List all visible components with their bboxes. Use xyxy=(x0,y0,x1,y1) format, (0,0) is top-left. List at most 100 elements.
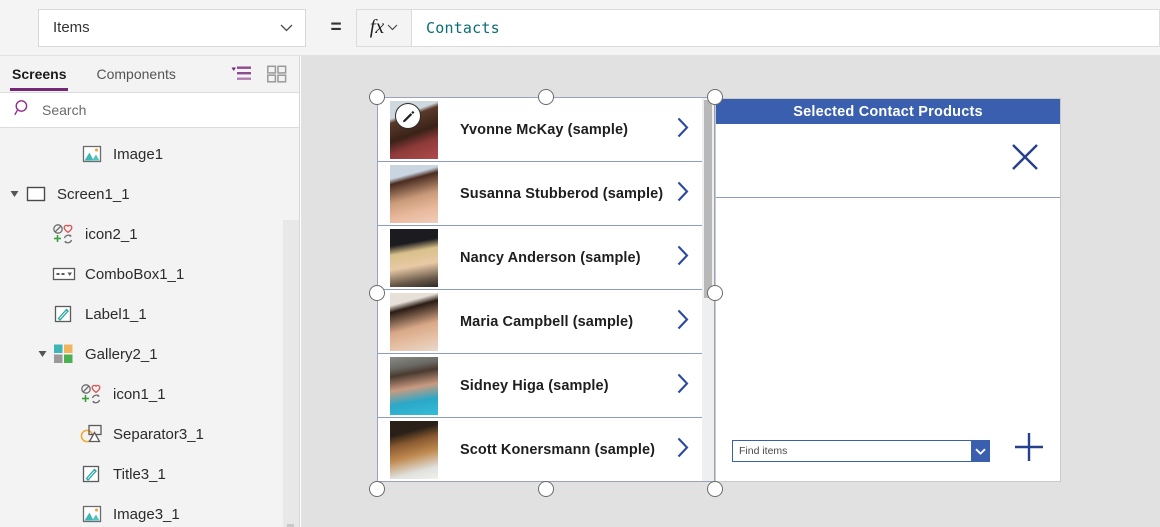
tree-item-icon2_1[interactable]: icon2_1 xyxy=(0,214,299,254)
gallery-item[interactable]: Nancy Anderson (sample) xyxy=(378,226,714,290)
panel-body: Find items xyxy=(716,198,1060,481)
equals-sign: = xyxy=(330,16,342,38)
tree-item-label1_1[interactable]: Label1_1 xyxy=(0,294,299,334)
panel-title: Selected Contact Products xyxy=(716,99,1060,124)
tab-components-label: Components xyxy=(96,66,176,82)
gallery-scrollbar-thumb[interactable] xyxy=(704,100,712,298)
gallery-item[interactable]: Susanna Stubberod (sample) xyxy=(378,162,714,226)
chevron-right-icon[interactable] xyxy=(676,244,690,271)
tree-item-image3_1[interactable]: Image3_1 xyxy=(0,494,299,527)
tab-screens-label: Screens xyxy=(12,66,67,82)
contact-avatar xyxy=(390,228,438,287)
tab-screens[interactable]: Screens xyxy=(10,56,69,92)
search-placeholder: Search xyxy=(42,102,87,118)
gallery-item[interactable]: Maria Campbell (sample) xyxy=(378,290,714,354)
tree-item-screen1_1[interactable]: Screen1_1 xyxy=(0,174,299,214)
tree-twisty-none xyxy=(64,427,78,441)
label-icon xyxy=(80,463,104,485)
tree-item-icon1_1[interactable]: icon1_1 xyxy=(0,374,299,414)
chevron-right-icon[interactable] xyxy=(676,437,690,464)
search-icon xyxy=(14,99,32,122)
tree-item-image1[interactable]: Image1 xyxy=(0,134,299,174)
chevron-down-icon xyxy=(280,24,293,32)
resize-handle-top-left[interactable] xyxy=(369,89,385,105)
sidebar: Screens Components Search Image1 Screen1… xyxy=(0,56,300,527)
resize-handle-bottom-right[interactable] xyxy=(707,481,723,497)
tree-twisty-none xyxy=(36,307,50,321)
tree-twisty-none xyxy=(36,267,50,281)
tree-item-label: icon1_1 xyxy=(113,385,166,403)
tree-item-label: Gallery2_1 xyxy=(85,345,158,363)
gallery-selection-wrapper: Yvonne McKay (sample) Susanna Stubberod (… xyxy=(369,89,723,497)
sidebar-scrollbar-track[interactable] xyxy=(283,220,299,527)
formula-input[interactable]: Contacts xyxy=(412,8,1160,47)
separator-icon xyxy=(80,423,104,445)
resize-handle-middle-left[interactable] xyxy=(369,285,385,301)
resize-handle-middle-right[interactable] xyxy=(707,285,723,301)
contact-avatar xyxy=(390,292,438,351)
property-dropdown[interactable]: Items xyxy=(38,8,306,47)
icon-shapes-icon xyxy=(52,223,76,245)
property-dropdown-value: Items xyxy=(53,19,90,36)
contact-name: Sidney Higa (sample) xyxy=(460,377,609,394)
contacts-gallery[interactable]: Yvonne McKay (sample) Susanna Stubberod (… xyxy=(377,97,715,482)
chevron-right-icon[interactable] xyxy=(676,180,690,207)
contact-avatar xyxy=(390,421,438,479)
chevron-down-icon xyxy=(387,24,398,31)
icon-shapes-icon xyxy=(80,383,104,405)
plus-icon[interactable] xyxy=(1012,430,1046,469)
tree-item-label: Image3_1 xyxy=(113,505,180,523)
image-icon xyxy=(80,503,104,525)
close-x-icon[interactable] xyxy=(1010,142,1040,177)
thumbnail-view-icon[interactable] xyxy=(267,65,287,88)
resize-handle-bottom-center[interactable] xyxy=(538,481,554,497)
tree-twisty-none xyxy=(64,147,78,161)
tree-twisty-expanded-icon[interactable] xyxy=(36,347,50,361)
tree-item-separator3_1[interactable]: Separator3_1 xyxy=(0,414,299,454)
tree-twisty-none xyxy=(64,507,78,521)
gallery-item[interactable]: Scott Konersmann (sample) xyxy=(378,418,714,481)
gallery-item[interactable]: Sidney Higa (sample) xyxy=(378,354,714,418)
contact-name: Scott Konersmann (sample) xyxy=(460,442,656,458)
find-items-combobox[interactable]: Find items xyxy=(732,440,990,462)
tree-item-gallery2_1[interactable]: Gallery2_1 xyxy=(0,334,299,374)
contact-name: Nancy Anderson (sample) xyxy=(460,249,641,266)
tree-twisty-none xyxy=(64,467,78,481)
tree-item-label: Screen1_1 xyxy=(57,185,130,203)
chevron-right-icon[interactable] xyxy=(676,308,690,335)
sidebar-tabs: Screens Components xyxy=(0,56,299,92)
pencil-edit-icon[interactable] xyxy=(395,103,421,129)
tree-twisty-none xyxy=(64,387,78,401)
chevron-right-icon[interactable] xyxy=(676,116,690,143)
tree-item-title3_1[interactable]: Title3_1 xyxy=(0,454,299,494)
combobox-icon xyxy=(52,263,76,285)
chevron-right-icon[interactable] xyxy=(676,372,690,399)
resize-handle-top-right[interactable] xyxy=(707,89,723,105)
resize-handle-top-center[interactable] xyxy=(538,89,554,105)
tree-view-icon[interactable] xyxy=(231,65,253,88)
formula-bar: Items = fx Contacts xyxy=(0,0,1160,56)
tree-item-label: Title3_1 xyxy=(113,465,166,483)
contact-avatar xyxy=(390,356,438,415)
app-canvas: Yvonne McKay (sample) Susanna Stubberod (… xyxy=(301,56,1160,527)
tree-item-label: Separator3_1 xyxy=(113,425,204,443)
tree-item-label: Label1_1 xyxy=(85,305,147,323)
resize-handle-bottom-left[interactable] xyxy=(369,481,385,497)
chevron-down-icon[interactable] xyxy=(971,441,989,461)
contact-avatar xyxy=(390,164,438,223)
tree-twisty-none xyxy=(36,227,50,241)
screen-icon xyxy=(24,183,48,205)
tree-item-combobox1_1[interactable]: ComboBox1_1 xyxy=(0,254,299,294)
label-icon xyxy=(52,303,76,325)
tab-components[interactable]: Components xyxy=(94,56,177,92)
contact-name: Susanna Stubberod (sample) xyxy=(460,185,664,202)
component-tree: Image1 Screen1_1 icon2_1 ComboBox1_1 Label1_… xyxy=(0,128,299,527)
fx-button[interactable]: fx xyxy=(356,8,412,47)
selected-contact-products-panel: Selected Contact Products Find items xyxy=(715,98,1061,482)
gallery-item[interactable]: Yvonne McKay (sample) xyxy=(378,98,714,162)
tree-twisty-expanded-icon[interactable] xyxy=(8,187,22,201)
contact-name: Yvonne McKay (sample) xyxy=(460,121,629,138)
panel-body-top xyxy=(716,124,1060,198)
tree-item-label: icon2_1 xyxy=(85,225,138,243)
search-input[interactable]: Search xyxy=(0,92,299,128)
